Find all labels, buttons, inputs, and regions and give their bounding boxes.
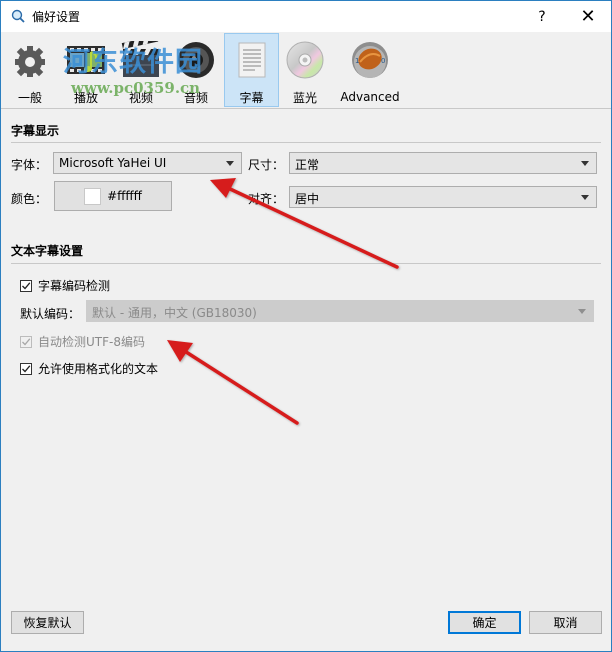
allow-formatted-checkbox[interactable]: 允许使用格式化的文本 [20, 360, 158, 377]
align-select-value: 居中 [295, 192, 320, 206]
document-lines-icon [230, 38, 274, 81]
font-select[interactable]: Microsoft YaHei UI [53, 152, 242, 174]
help-button[interactable]: ? [519, 1, 565, 32]
color-swatch [84, 187, 102, 205]
section-divider [11, 263, 601, 264]
tab-bluray-label: 蓝光 [292, 91, 317, 105]
close-button[interactable]: ✕ [565, 1, 611, 32]
restore-defaults-button[interactable]: 恢复默认 [11, 611, 84, 634]
ok-button[interactable]: 确定 [448, 611, 521, 634]
size-label: 尺寸： [248, 158, 285, 172]
checkbox-box [20, 362, 32, 375]
tab-bluray[interactable]: 蓝光 [282, 34, 328, 106]
disc-icon [283, 38, 327, 81]
chevron-down-icon [581, 195, 589, 200]
gear-icon [8, 38, 52, 81]
chevron-down-icon [226, 161, 234, 166]
tab-general[interactable]: 一般 [7, 34, 53, 106]
subtitle-display-heading: 字幕显示 [11, 124, 60, 138]
tab-advanced-label: Advanced [340, 90, 400, 104]
preferences-dialog: 偏好设置 ? ✕ 一般 播放 视频 音频 字幕 蓝光 1 0 Advanced … [0, 0, 612, 652]
align-select[interactable]: 居中 [289, 186, 597, 208]
default-encoding-label: 默认编码： [20, 307, 81, 321]
checkmark-icon [22, 281, 31, 289]
tab-advanced[interactable]: 1 0 Advanced [339, 34, 401, 106]
svg-text:1: 1 [355, 57, 359, 65]
default-encoding-select[interactable]: 默认 - 通用，中文 (GB18030) [86, 300, 594, 322]
checkmark-icon [22, 337, 31, 345]
advanced-orb-icon: 1 0 [348, 38, 392, 82]
text-subtitle-heading: 文本字幕设置 [11, 244, 84, 258]
checkbox-box [20, 335, 32, 348]
size-select-value: 正常 [295, 158, 320, 172]
category-toolbar: 一般 播放 视频 音频 字幕 蓝光 1 0 Advanced 河东软件园 www… [1, 32, 611, 109]
app-search-icon [11, 9, 25, 23]
window-title: 偏好设置 [32, 10, 81, 24]
section-divider [11, 142, 601, 143]
checkbox-box [20, 279, 32, 292]
tab-general-label: 一般 [17, 91, 42, 105]
svg-text:0: 0 [381, 57, 385, 65]
encoding-detect-checkbox[interactable]: 字幕编码检测 [20, 277, 110, 294]
encoding-detect-label: 字幕编码检测 [38, 279, 111, 293]
cancel-button[interactable]: 取消 [529, 611, 602, 634]
tab-subtitles[interactable]: 字幕 [224, 33, 279, 107]
checkmark-icon [22, 364, 31, 372]
title-bar: 偏好设置 ? ✕ [1, 1, 611, 32]
tab-subtitles-label: 字幕 [239, 91, 264, 105]
color-label: 颜色： [11, 192, 48, 206]
color-value: #ffffff [107, 189, 142, 203]
default-encoding-value: 默认 - 通用，中文 (GB18030) [92, 306, 257, 320]
chevron-down-icon [578, 309, 586, 314]
font-select-value: Microsoft YaHei UI [59, 156, 167, 170]
size-select[interactable]: 正常 [289, 152, 597, 174]
watermark-url: www.pc0359.cn [71, 79, 201, 97]
chevron-down-icon [581, 161, 589, 166]
font-label: 字体： [11, 158, 48, 172]
watermark-text: 河东软件园 [63, 47, 203, 78]
allow-formatted-label: 允许使用格式化的文本 [38, 362, 159, 376]
align-label: 对齐： [248, 192, 285, 206]
auto-utf8-checkbox[interactable]: 自动检测UTF-8编码 [20, 333, 145, 350]
color-picker-button[interactable]: #ffffff [54, 181, 172, 211]
auto-utf8-label: 自动检测UTF-8编码 [38, 335, 145, 349]
